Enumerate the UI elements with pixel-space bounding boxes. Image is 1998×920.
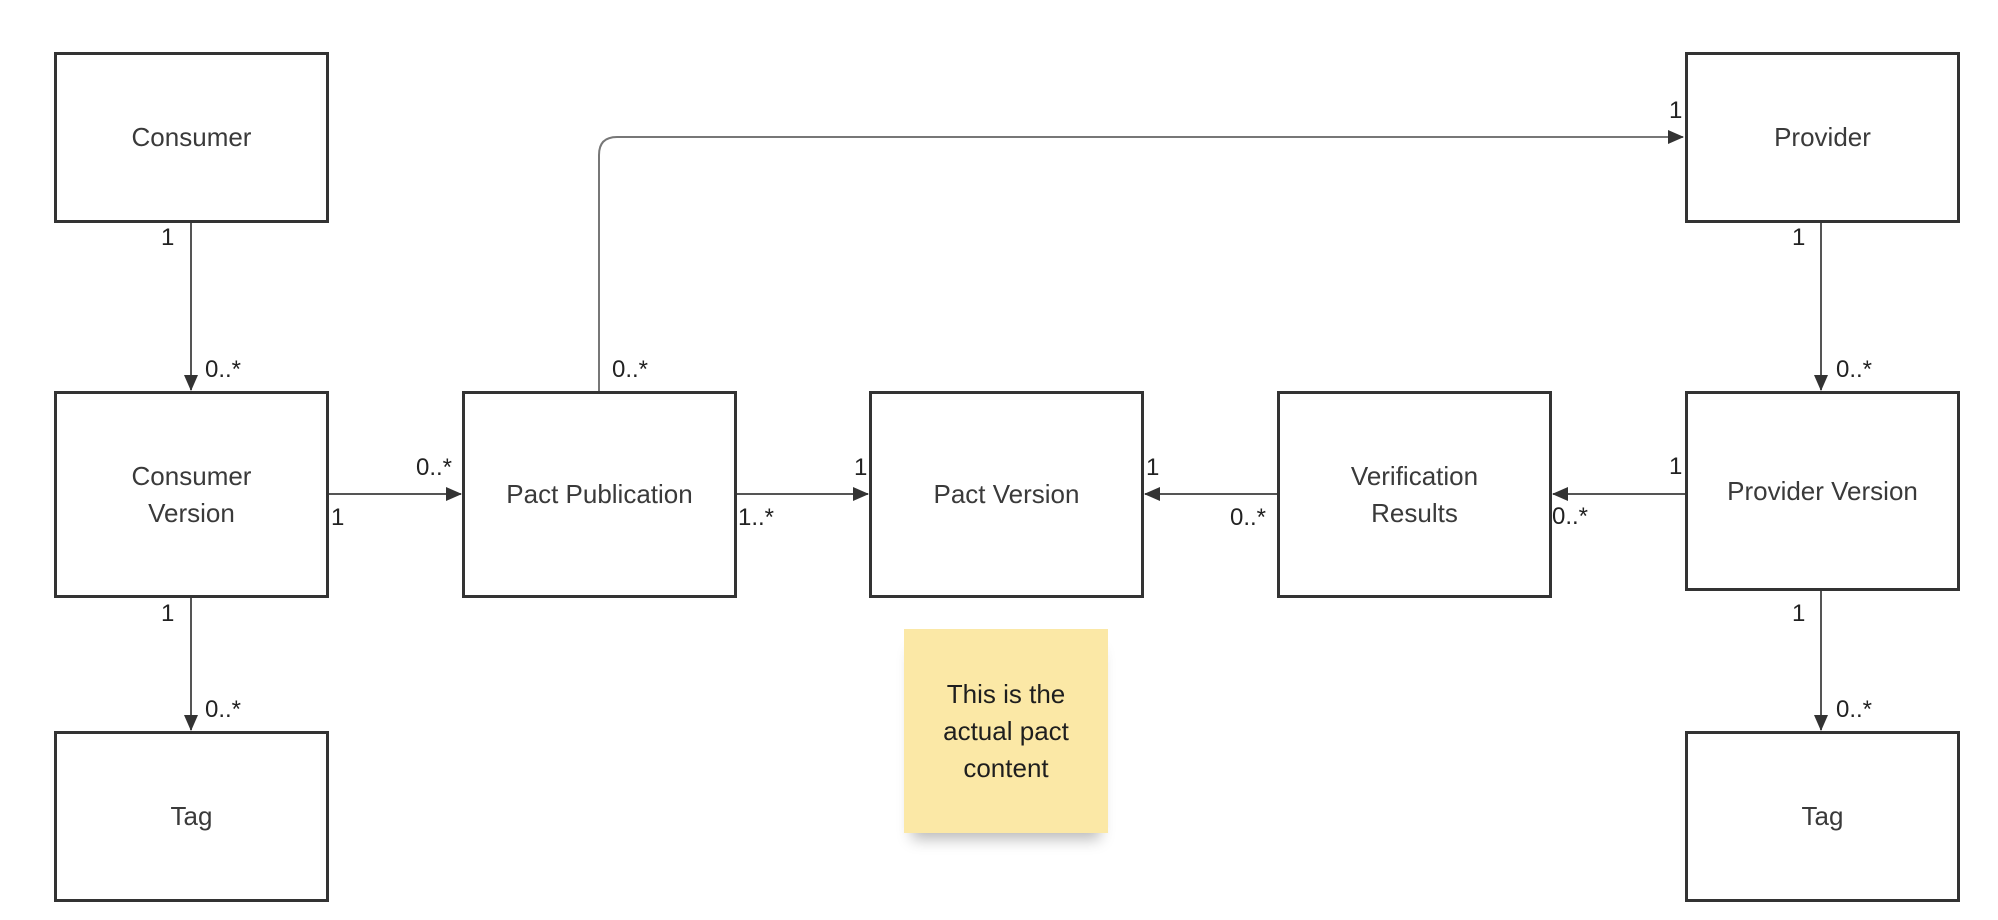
- multiplicity-label: 1: [1146, 454, 1160, 481]
- multiplicity-label: 1: [1792, 600, 1806, 627]
- multiplicity-label: 1: [1669, 453, 1683, 480]
- entity-label: Tag: [1801, 801, 1844, 831]
- multiplicity-label: 0..*: [416, 454, 453, 481]
- multiplicity-label: 0..*: [1552, 503, 1589, 530]
- entity-provider-tag[interactable]: Tag: [1685, 731, 1960, 902]
- connector-pact-publication-to-provider[interactable]: [598, 130, 1684, 391]
- entity-label: Provider: [1774, 122, 1871, 152]
- diagram-canvas: Consumer Consumer Version Tag Pact Publi…: [0, 0, 1998, 920]
- note-text: This is the actual pact content: [943, 678, 1069, 783]
- entity-label: Consumer Version: [131, 460, 252, 528]
- entity-consumer-tag[interactable]: Tag: [54, 731, 329, 902]
- multiplicity-label: 0..*: [205, 356, 242, 383]
- multiplicity-label: 0..*: [612, 356, 649, 383]
- multiplicity-label: 1: [161, 600, 175, 627]
- entity-pact-version[interactable]: Pact Version: [869, 391, 1144, 598]
- multiplicity-label: 0..*: [1836, 356, 1873, 383]
- entity-verification-results[interactable]: Verification Results: [1277, 391, 1552, 598]
- multiplicity-label: 1: [854, 454, 868, 481]
- entity-label: Provider Version: [1727, 475, 1918, 506]
- multiplicity-label: 1..*: [738, 504, 775, 531]
- entity-label: Consumer: [131, 122, 252, 152]
- multiplicity-label: 1: [161, 224, 175, 251]
- entity-pact-publication[interactable]: Pact Publication: [462, 391, 737, 598]
- entity-label: Pact Version: [933, 479, 1080, 509]
- multiplicity-label: 1: [1792, 224, 1806, 251]
- entity-label: Tag: [170, 801, 213, 831]
- multiplicity-label: 1: [331, 504, 345, 531]
- entity-consumer-version[interactable]: Consumer Version: [54, 391, 329, 598]
- entity-label: Pact Publication: [506, 479, 693, 509]
- entity-consumer[interactable]: Consumer: [54, 52, 329, 223]
- entity-label: Verification Results: [1350, 460, 1479, 528]
- multiplicity-label: 1: [1669, 97, 1683, 124]
- multiplicity-label: 0..*: [1230, 504, 1267, 531]
- multiplicity-label: 0..*: [205, 696, 242, 723]
- entity-provider-version[interactable]: Provider Version: [1685, 391, 1960, 591]
- entity-provider[interactable]: Provider: [1685, 52, 1960, 223]
- sticky-note[interactable]: This is the actual pact content: [904, 629, 1108, 833]
- multiplicity-label: 0..*: [1836, 696, 1873, 723]
